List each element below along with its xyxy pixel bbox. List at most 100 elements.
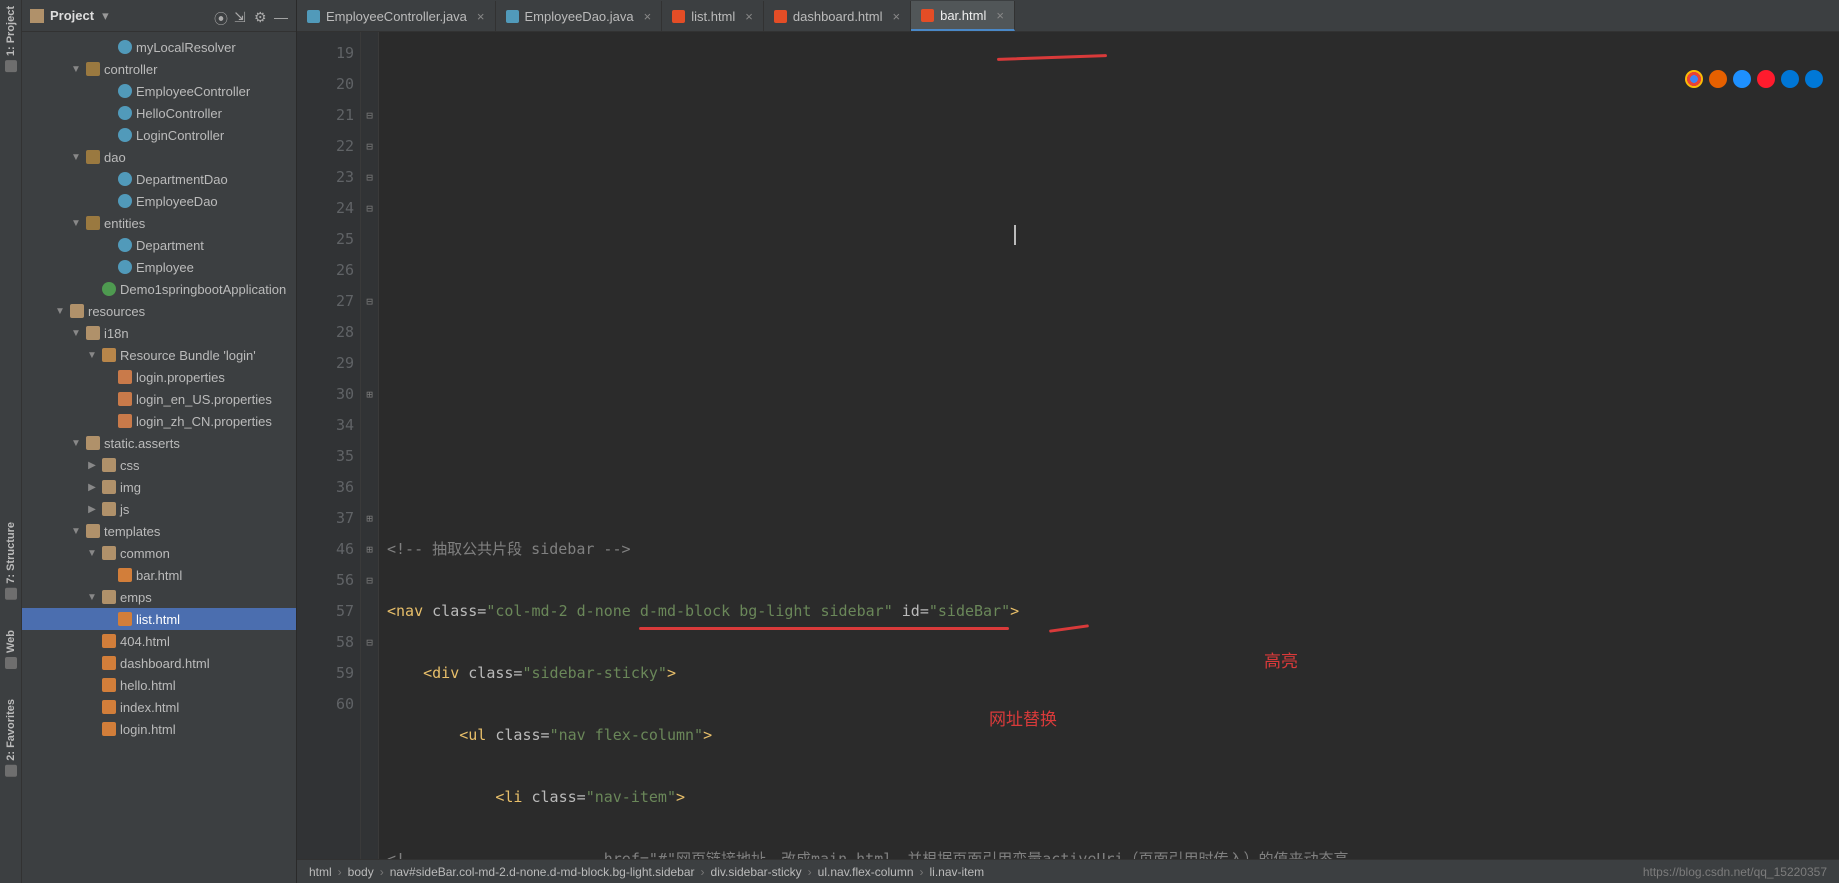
tree-item-resource-bundle-login-[interactable]: Resource Bundle 'login' — [22, 344, 296, 366]
fold-marker[interactable]: ⊟ — [361, 162, 378, 193]
close-icon[interactable]: × — [893, 9, 901, 24]
tree-arrow-icon[interactable] — [86, 504, 98, 515]
tree-item-login-html[interactable]: login.html — [22, 718, 296, 740]
tree-item-employee[interactable]: Employee — [22, 256, 296, 278]
tree-item-emps[interactable]: emps — [22, 586, 296, 608]
tree-item-demo1springbootapplication[interactable]: Demo1springbootApplication — [22, 278, 296, 300]
tree-item-logincontroller[interactable]: LoginController — [22, 124, 296, 146]
tree-item-departmentdao[interactable]: DepartmentDao — [22, 168, 296, 190]
strip-web[interactable]: Web — [5, 630, 17, 669]
file-type-icon — [118, 260, 132, 274]
tree-item-bar-html[interactable]: bar.html — [22, 564, 296, 586]
tree-item-js[interactable]: js — [22, 498, 296, 520]
tree-arrow-icon[interactable] — [54, 306, 66, 317]
tree-item-resources[interactable]: resources — [22, 300, 296, 322]
safari-icon[interactable] — [1733, 70, 1751, 88]
locate-icon[interactable]: ⦿ — [214, 9, 228, 23]
editor-tab-list-html[interactable]: list.html× — [662, 1, 764, 31]
tree-arrow-icon[interactable] — [70, 526, 82, 537]
tree-arrow-icon[interactable] — [70, 218, 82, 229]
tree-label: templates — [104, 524, 160, 539]
tree-item-employeecontroller[interactable]: EmployeeController — [22, 80, 296, 102]
fold-marker[interactable]: ⊟ — [361, 286, 378, 317]
tree-item-hellocontroller[interactable]: HelloController — [22, 102, 296, 124]
tree-item-dashboard-html[interactable]: dashboard.html — [22, 652, 296, 674]
tree-arrow-icon[interactable] — [70, 438, 82, 449]
edge-icon[interactable] — [1805, 70, 1823, 88]
close-icon[interactable]: × — [745, 9, 753, 24]
hide-icon[interactable]: — — [274, 9, 288, 23]
breadcrumb-segment[interactable]: ul.nav.flex-column — [818, 865, 914, 879]
fold-marker[interactable]: ⊞ — [361, 534, 378, 565]
tree-item-img[interactable]: img — [22, 476, 296, 498]
editor-tab-employeedao-java[interactable]: EmployeeDao.java× — [496, 1, 663, 31]
tree-item-list-html[interactable]: list.html — [22, 608, 296, 630]
tree-item-common[interactable]: common — [22, 542, 296, 564]
tree-item-controller[interactable]: controller — [22, 58, 296, 80]
tree-item-index-html[interactable]: index.html — [22, 696, 296, 718]
tree-arrow-icon[interactable] — [86, 592, 98, 603]
tree-item-login_zh_cn-properties[interactable]: login_zh_CN.properties — [22, 410, 296, 432]
fold-marker[interactable]: ⊟ — [361, 131, 378, 162]
tree-arrow-icon[interactable] — [70, 328, 82, 339]
chrome-icon[interactable] — [1685, 70, 1703, 88]
tree-item-department[interactable]: Department — [22, 234, 296, 256]
tree-arrow-icon[interactable] — [86, 460, 98, 471]
editor-tab-bar-html[interactable]: bar.html× — [911, 1, 1015, 31]
close-icon[interactable]: × — [644, 9, 652, 24]
tree-item-hello-html[interactable]: hello.html — [22, 674, 296, 696]
fold-marker[interactable]: ⊞ — [361, 379, 378, 410]
fold-marker[interactable]: ⊟ — [361, 627, 378, 658]
breadcrumb-segment[interactable]: nav#sideBar.col-md-2.d-none.d-md-block.b… — [390, 865, 695, 879]
fold-marker[interactable]: ⊟ — [361, 100, 378, 131]
strip-structure[interactable]: 7: Structure — [5, 522, 17, 600]
strip-favorites[interactable]: 2: Favorites — [5, 699, 17, 777]
editor-tab-dashboard-html[interactable]: dashboard.html× — [764, 1, 911, 31]
breadcrumb-segment[interactable]: html — [309, 865, 332, 879]
tree-item-mylocalresolver[interactable]: myLocalResolver — [22, 36, 296, 58]
breadcrumb-segment[interactable]: li.nav-item — [930, 865, 985, 879]
collapse-icon[interactable]: ⇲ — [234, 9, 248, 23]
tree-arrow-icon[interactable] — [70, 152, 82, 163]
opera-icon[interactable] — [1757, 70, 1775, 88]
tree-item-404-html[interactable]: 404.html — [22, 630, 296, 652]
fold-marker[interactable]: ⊟ — [361, 193, 378, 224]
tree-item-dao[interactable]: dao — [22, 146, 296, 168]
tree-arrow-icon[interactable] — [86, 350, 98, 361]
tree-arrow-icon[interactable] — [86, 548, 98, 559]
code-content[interactable]: 高亮 网址替换 <!-- 抽取公共片段 sidebar --> <nav cla… — [379, 32, 1839, 859]
tree-arrow-icon[interactable] — [70, 64, 82, 75]
fold-marker[interactable]: ⊞ — [361, 503, 378, 534]
firefox-icon[interactable] — [1709, 70, 1727, 88]
line-number: 19 — [297, 38, 354, 69]
project-dropdown-icon[interactable]: ▾ — [102, 8, 109, 24]
breadcrumb-segment[interactable]: body — [348, 865, 374, 879]
close-icon[interactable]: × — [996, 8, 1004, 23]
tree-label: Demo1springbootApplication — [120, 282, 286, 297]
tree-item-entities[interactable]: entities — [22, 212, 296, 234]
tree-item-login-properties[interactable]: login.properties — [22, 366, 296, 388]
gear-icon[interactable]: ⚙ — [254, 9, 268, 23]
tree-item-login_en_us-properties[interactable]: login_en_US.properties — [22, 388, 296, 410]
tree-label: DepartmentDao — [136, 172, 228, 187]
file-type-icon — [102, 348, 116, 362]
tree-item-static-asserts[interactable]: static.asserts — [22, 432, 296, 454]
ie-icon[interactable] — [1781, 70, 1799, 88]
tree-item-css[interactable]: css — [22, 454, 296, 476]
tree-item-employeedao[interactable]: EmployeeDao — [22, 190, 296, 212]
close-icon[interactable]: × — [477, 9, 485, 24]
breadcrumb[interactable]: html›body›nav#sideBar.col-md-2.d-none.d-… — [297, 859, 1839, 883]
tree-item-i18n[interactable]: i18n — [22, 322, 296, 344]
strip-project[interactable]: 1: Project — [5, 6, 17, 72]
breadcrumb-segment[interactable]: div.sidebar-sticky — [711, 865, 802, 879]
fold-column[interactable]: ⊟⊟⊟⊟⊟⊞⊞⊞⊟⊟ — [361, 32, 379, 859]
tree-item-templates[interactable]: templates — [22, 520, 296, 542]
tree-label: i18n — [104, 326, 129, 341]
line-number: 57 — [297, 596, 354, 627]
tree-label: dao — [104, 150, 126, 165]
editor-tab-employeecontroller-java[interactable]: EmployeeController.java× — [297, 1, 496, 31]
tree-arrow-icon[interactable] — [86, 482, 98, 493]
fold-marker[interactable]: ⊟ — [361, 565, 378, 596]
code-editor[interactable]: 1920212223242526272829303435363746565758… — [297, 32, 1839, 859]
project-tree[interactable]: myLocalResolvercontrollerEmployeeControl… — [22, 32, 296, 883]
